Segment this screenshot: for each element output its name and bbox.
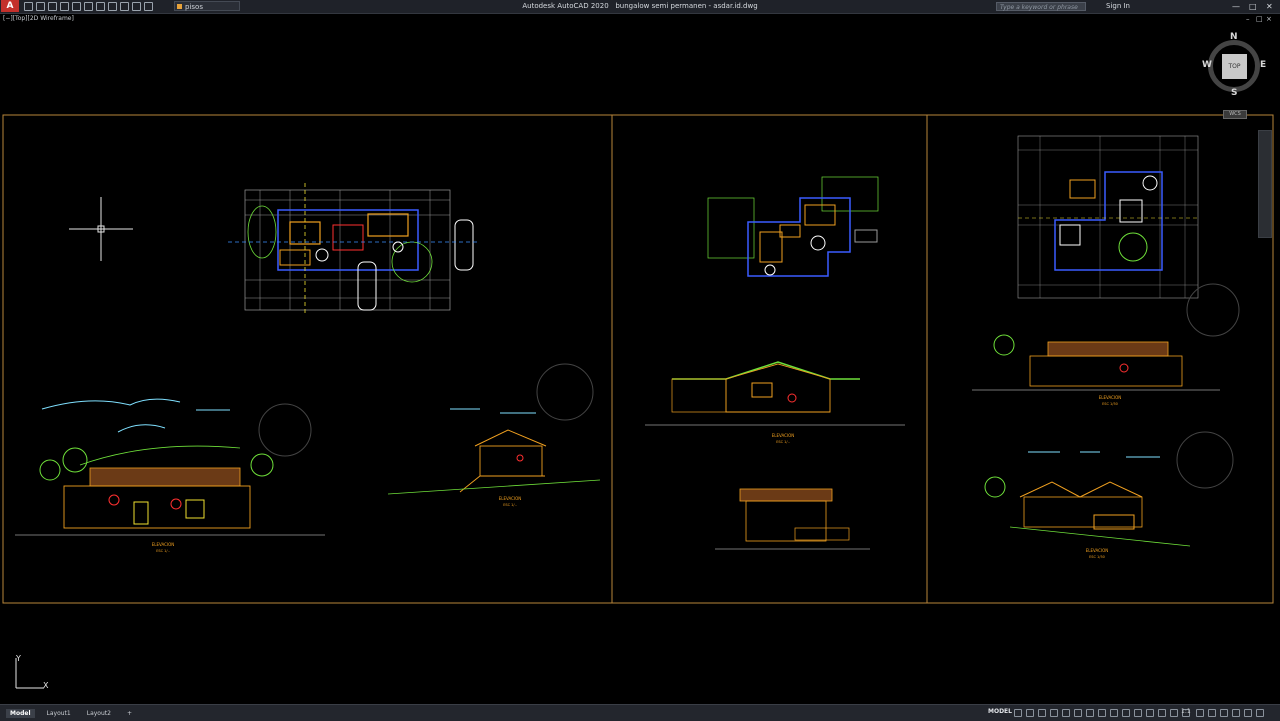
- viewcube[interactable]: TOP N S E W: [1202, 32, 1266, 98]
- ucs-x-label: X: [43, 681, 49, 690]
- osnap-icon[interactable]: [1062, 709, 1070, 717]
- tab-model[interactable]: Model: [6, 708, 35, 718]
- gizmo-icon[interactable]: [1158, 709, 1166, 717]
- undo-icon[interactable]: [96, 2, 105, 11]
- add-layout-button[interactable]: +: [123, 709, 136, 718]
- new-icon[interactable]: [24, 2, 33, 11]
- floor-plan-middle: [707, 176, 879, 277]
- floor-plan-left: [228, 183, 478, 316]
- status-right-icons: [1196, 709, 1264, 717]
- elevation-right-top: ELEVACION ESC 1/50: [972, 283, 1240, 406]
- isolate-icon[interactable]: [1220, 709, 1228, 717]
- elev-label-2: ELEVACION: [499, 496, 522, 501]
- elev-scale-4: ESC 1/50: [1102, 402, 1118, 406]
- ortho-icon[interactable]: [1038, 709, 1046, 717]
- elevation-front-left: ELEVACION ESC 1/..: [15, 398, 325, 553]
- status-bar: Model Layout1 Layout2 + MODEL 1:1: [0, 704, 1280, 721]
- elev-scale-1: ESC 1/..: [156, 549, 170, 553]
- snap-icon[interactable]: [1026, 709, 1034, 717]
- otrack-icon[interactable]: [1074, 709, 1082, 717]
- open-icon[interactable]: [36, 2, 45, 11]
- grid-icon[interactable]: [1014, 709, 1022, 717]
- layer-dropdown[interactable]: pisos: [174, 1, 240, 11]
- elev-label-5: ELEVACION: [1086, 548, 1109, 553]
- selection-filter-icon[interactable]: [1146, 709, 1154, 717]
- model-space-button[interactable]: MODEL: [988, 708, 1012, 715]
- elev-scale-2: ESC 1/..: [503, 503, 517, 507]
- compass-east[interactable]: E: [1260, 60, 1266, 70]
- layer-color-swatch: [177, 4, 182, 9]
- maximize-button[interactable]: □: [1249, 0, 1257, 13]
- search-input[interactable]: Type a keyword or phrase: [996, 2, 1086, 11]
- layout-tabs: Model Layout1 Layout2 +: [6, 705, 136, 721]
- layer-name: pisos: [185, 3, 203, 11]
- quick-access-toolbar: [24, 1, 153, 12]
- gear-icon[interactable]: [1196, 709, 1204, 717]
- compass-west[interactable]: W: [1202, 60, 1212, 70]
- ucs-icon: Y X: [15, 654, 49, 690]
- sheet-frame: [2, 114, 1274, 604]
- annotation-scale[interactable]: 1:1: [1181, 708, 1191, 715]
- ucs-y-label: Y: [15, 654, 21, 663]
- dynamic-ucs-icon[interactable]: [1134, 709, 1142, 717]
- elevation-middle-small: [715, 488, 870, 550]
- file-name: bungalow semi permanen - asdar.id.dwg: [615, 2, 758, 10]
- viewcube-top-face[interactable]: TOP: [1222, 54, 1247, 79]
- save-as-icon[interactable]: [60, 2, 69, 11]
- save-icon[interactable]: [48, 2, 57, 11]
- app-title: Autodesk AutoCAD 2020: [522, 2, 609, 10]
- floor-plan-right: [1017, 135, 1199, 299]
- redo-icon[interactable]: [108, 2, 117, 11]
- publish-icon[interactable]: [84, 2, 93, 11]
- title-bar: A pisos Autodesk AutoCAD 2020 bungalow s…: [0, 0, 1280, 14]
- elev-label-4: ELEVACION: [1099, 395, 1122, 400]
- 3d-osnap-icon[interactable]: [1122, 709, 1130, 717]
- tab-layout2[interactable]: Layout2: [83, 709, 115, 718]
- elev-scale-3: ESC 1/..: [776, 440, 790, 444]
- sign-in-link[interactable]: Sign In: [1106, 0, 1130, 13]
- compass-north[interactable]: N: [1230, 32, 1238, 42]
- annotation-visibility-icon[interactable]: [1170, 709, 1178, 717]
- status-toggles: [1014, 709, 1190, 717]
- customization-icon[interactable]: [1256, 709, 1264, 717]
- elev-label-3: ELEVACION: [772, 433, 795, 438]
- crosshair-cursor: [69, 197, 133, 261]
- compass-south[interactable]: S: [1231, 88, 1237, 98]
- lineweight-icon[interactable]: [1086, 709, 1094, 717]
- elev-label-1: ELEVACION: [152, 542, 175, 547]
- application-menu-button[interactable]: A: [1, 0, 19, 12]
- elevation-right-bottom: ELEVACION ESC 1/50: [984, 431, 1234, 559]
- clean-screen-icon[interactable]: [1244, 709, 1252, 717]
- close-button[interactable]: ✕: [1266, 0, 1273, 13]
- drawing-canvas[interactable]: ELEVACION ESC 1/.. ELEVACION ESC 1/.. EL…: [0, 14, 1280, 704]
- layer-bulb-icon[interactable]: [120, 2, 129, 11]
- plus-icon[interactable]: [1208, 709, 1216, 717]
- plot-icon[interactable]: [72, 2, 81, 11]
- minimize-button[interactable]: —: [1232, 0, 1240, 13]
- elev-scale-5: ESC 1/50: [1089, 555, 1105, 559]
- elevation-side-small: ELEVACION ESC 1/..: [387, 363, 601, 507]
- hardware-acceleration-icon[interactable]: [1232, 709, 1240, 717]
- elevation-middle: ELEVACION ESC 1/..: [645, 361, 905, 444]
- wcs-menu[interactable]: WCS: [1223, 110, 1247, 119]
- polar-icon[interactable]: [1050, 709, 1058, 717]
- navigation-bar[interactable]: [1258, 130, 1272, 238]
- selection-cycling-icon[interactable]: [1110, 709, 1118, 717]
- layer-sun-icon[interactable]: [132, 2, 141, 11]
- layer-lock-icon[interactable]: [144, 2, 153, 11]
- transparency-icon[interactable]: [1098, 709, 1106, 717]
- tab-layout1[interactable]: Layout1: [43, 709, 75, 718]
